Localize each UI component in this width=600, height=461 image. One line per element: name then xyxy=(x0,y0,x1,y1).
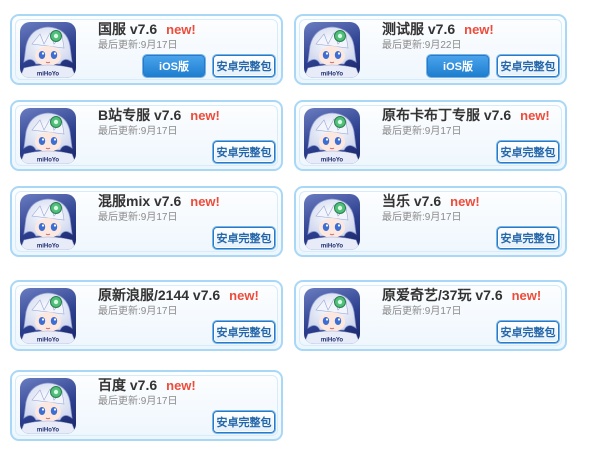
game-app-icon: miHoYo xyxy=(20,108,76,164)
server-title: 原布卡布丁专服 v7.6 xyxy=(382,107,512,123)
server-title: 测试服 v7.6 xyxy=(382,21,456,37)
android-download-button[interactable]: 安卓完整包 xyxy=(497,55,559,77)
new-badge: new! xyxy=(190,108,220,123)
game-app-icon: miHoYo xyxy=(20,194,76,250)
download-card: miHoYo 原爱奇艺/37玩 v7.6 new! 最后更新:9月17日 安卓完整… xyxy=(294,280,567,351)
server-title: 原新浪服/2144 v7.6 xyxy=(98,287,221,303)
server-title: 国服 v7.6 xyxy=(98,21,158,37)
game-app-icon: miHoYo xyxy=(304,22,360,78)
android-download-button[interactable]: 安卓完整包 xyxy=(213,227,275,249)
new-badge: new! xyxy=(450,194,480,209)
svg-text:miHoYo: miHoYo xyxy=(37,158,60,164)
new-badge: new! xyxy=(190,194,220,209)
ios-download-button[interactable]: iOS版 xyxy=(427,55,489,77)
new-badge: new! xyxy=(166,378,196,393)
download-card: miHoYo 百度 v7.6 new! 最后更新:9月17日 安卓完整包 xyxy=(10,370,283,441)
new-badge: new! xyxy=(520,108,550,123)
game-app-icon: miHoYo xyxy=(20,22,76,78)
download-card: miHoYo 混服mix v7.6 new! 最后更新:9月17日 安卓完整包 xyxy=(10,186,283,257)
android-download-button[interactable]: 安卓完整包 xyxy=(497,227,559,249)
last-updated: 最后更新:9月17日 xyxy=(382,306,462,317)
last-updated: 最后更新:9月17日 xyxy=(98,126,178,137)
download-card: miHoYo 原布卡布丁专服 v7.6 new! 最后更新:9月17日 安卓完整包 xyxy=(294,100,567,171)
svg-text:miHoYo: miHoYo xyxy=(321,72,344,78)
game-app-icon: miHoYo xyxy=(20,378,76,434)
last-updated: 最后更新:9月17日 xyxy=(382,212,462,223)
last-updated: 最后更新:9月22日 xyxy=(382,40,462,51)
android-download-button[interactable]: 安卓完整包 xyxy=(213,411,275,433)
android-download-button[interactable]: 安卓完整包 xyxy=(213,141,275,163)
download-card: miHoYo B站专服 v7.6 new! 最后更新:9月17日 安卓完整包 xyxy=(10,100,283,171)
android-download-button[interactable]: 安卓完整包 xyxy=(497,321,559,343)
new-badge: new! xyxy=(511,288,542,303)
server-title: B站专服 v7.6 xyxy=(98,107,182,123)
new-badge: new! xyxy=(166,22,196,37)
last-updated: 最后更新:9月17日 xyxy=(98,396,178,407)
android-download-button[interactable]: 安卓完整包 xyxy=(213,55,275,77)
game-app-icon: miHoYo xyxy=(304,288,360,344)
server-title: 百度 v7.6 xyxy=(98,377,158,393)
svg-text:miHoYo: miHoYo xyxy=(321,158,344,164)
svg-text:miHoYo: miHoYo xyxy=(37,338,60,344)
game-app-icon: miHoYo xyxy=(304,108,360,164)
download-card: miHoYo 原新浪服/2144 v7.6 new! 最后更新:9月17日 安卓完… xyxy=(10,280,283,351)
last-updated: 最后更新:9月17日 xyxy=(98,40,178,51)
svg-text:miHoYo: miHoYo xyxy=(37,428,60,434)
svg-text:miHoYo: miHoYo xyxy=(37,72,60,78)
game-app-icon: miHoYo xyxy=(304,194,360,250)
android-download-button[interactable]: 安卓完整包 xyxy=(497,141,559,163)
server-title: 原爱奇艺/37玩 v7.6 xyxy=(382,287,503,303)
download-card: miHoYo 测试服 v7.6 new! 最后更新:9月22日 iOS版 安卓完整… xyxy=(294,14,567,85)
download-card: miHoYo 国服 v7.6 new! 最后更新:9月17日 iOS版 安卓完整包 xyxy=(10,14,283,85)
new-badge: new! xyxy=(464,22,494,37)
new-badge: new! xyxy=(229,288,259,303)
svg-text:miHoYo: miHoYo xyxy=(321,244,344,250)
android-download-button[interactable]: 安卓完整包 xyxy=(213,321,275,343)
ios-download-button[interactable]: iOS版 xyxy=(143,55,205,77)
svg-text:miHoYo: miHoYo xyxy=(321,338,344,344)
last-updated: 最后更新:9月17日 xyxy=(98,212,178,223)
last-updated: 最后更新:9月17日 xyxy=(98,306,178,317)
download-card: miHoYo 当乐 v7.6 new! 最后更新:9月17日 安卓完整包 xyxy=(294,186,567,257)
game-app-icon: miHoYo xyxy=(20,288,76,344)
last-updated: 最后更新:9月17日 xyxy=(382,126,462,137)
server-title: 当乐 v7.6 xyxy=(382,193,442,209)
svg-text:miHoYo: miHoYo xyxy=(37,244,60,250)
server-title: 混服mix v7.6 xyxy=(98,193,182,209)
